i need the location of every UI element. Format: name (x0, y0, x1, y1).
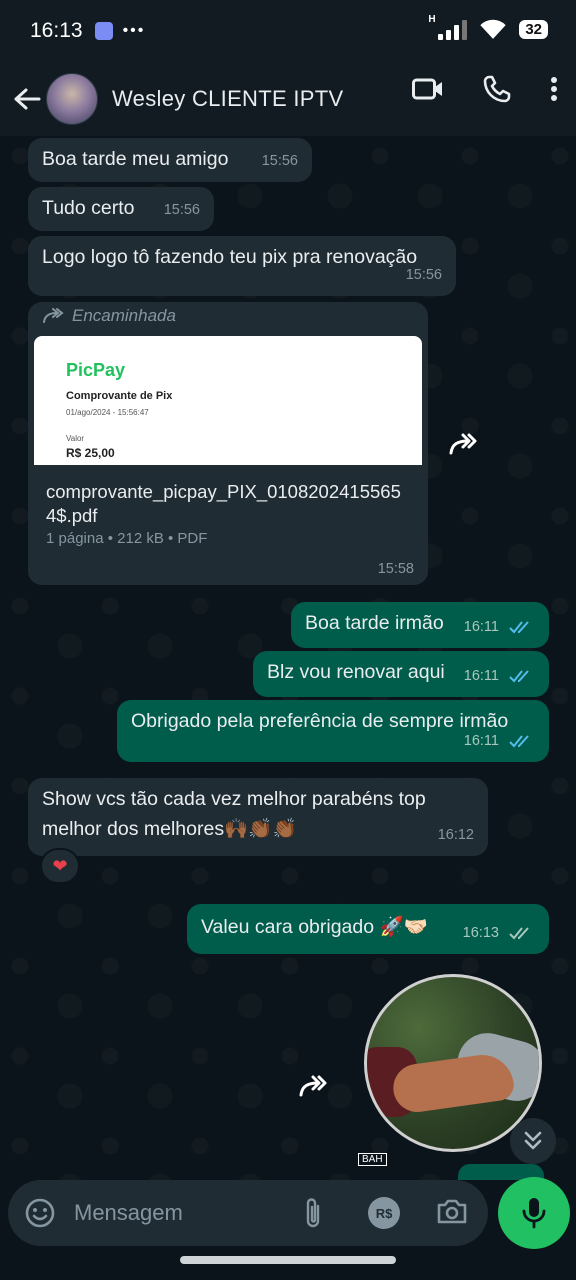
message-text: Logo logo tô fazendo teu pix pra renovaç… (42, 246, 418, 268)
heart-reaction-icon[interactable]: ❤ (40, 848, 80, 884)
wifi-icon (480, 19, 506, 39)
paperclip-icon (306, 1198, 320, 1228)
emoji-icon (25, 1198, 55, 1228)
forwarded-icon (43, 308, 64, 323)
outgoing-message[interactable]: Boa tarde irmão 16:11 (291, 602, 549, 648)
message-text: Blz vou renovar aqui (267, 661, 445, 683)
double-chevron-down-icon (524, 1131, 542, 1150)
scroll-to-bottom-button[interactable] (510, 1118, 556, 1164)
message-text: Boa tarde irmão (305, 612, 444, 634)
camera-icon (437, 1199, 467, 1224)
avatar[interactable] (46, 73, 98, 125)
network-type: H (428, 14, 436, 25)
message-time: 15:58 (377, 561, 414, 577)
outgoing-message[interactable]: Blz vou renovar aqui 16:11 (253, 651, 549, 697)
back-button[interactable] (2, 74, 52, 124)
message-input[interactable] (74, 1194, 274, 1232)
message-text: Boa tarde meu amigo (42, 148, 229, 170)
message-time: 15:56 (405, 267, 442, 283)
receipt-value-label: Valor (66, 434, 85, 443)
receipt-title: Comprovante de Pix (66, 390, 173, 402)
message-time: 16:11 (463, 733, 499, 749)
signal-icon: H (428, 14, 468, 40)
picpay-logo: PicPay (66, 360, 126, 380)
read-receipt-icon (509, 670, 529, 683)
read-receipt-icon (509, 621, 529, 634)
message-composer: R$ (8, 1180, 488, 1246)
message-time: 16:11 (463, 668, 499, 684)
chat-header: Wesley CLIENTE IPTV (0, 62, 576, 136)
message-time: 15:56 (163, 202, 200, 218)
arrow-left-icon (14, 88, 41, 110)
notification-app-icon (94, 22, 113, 40)
incoming-message[interactable]: Tudo certo 15:56 (28, 187, 214, 231)
message-text-line1: Show vcs tão cada vez melhor parabéns to… (42, 788, 426, 810)
voice-call-icon[interactable] (482, 74, 512, 104)
status-bar: 16:13 ••• H 32 (0, 0, 576, 62)
document-preview[interactable]: PicPay Comprovante de Pix 01/ago/2024 - … (34, 336, 422, 465)
status-icons: H 32 (428, 14, 548, 40)
status-time: 16:13 (30, 19, 83, 42)
watermark-badge: BAH (358, 1153, 387, 1166)
message-status: 16:13 (463, 918, 535, 948)
forward-icon (299, 1075, 327, 1097)
forward-button[interactable] (293, 1064, 337, 1108)
incoming-message[interactable]: Logo logo tô fazendo teu pix pra renovaç… (28, 236, 456, 296)
message-time: 16:13 (462, 925, 499, 941)
attach-button[interactable] (302, 1196, 324, 1230)
message-text: Obrigado pela preferência de sempre irmã… (131, 710, 509, 732)
message-status: 16:11 (464, 661, 535, 691)
receipt-value: R$ 25,00 (66, 446, 115, 460)
document-meta: 1 página • 212 kB • PDF (46, 530, 208, 547)
battery-indicator: 32 (519, 19, 548, 39)
more-notifications-indicator: ••• (122, 22, 146, 39)
video-call-icon[interactable] (412, 77, 444, 101)
forward-button[interactable] (443, 422, 487, 466)
forward-icon (449, 433, 477, 455)
contact-name[interactable]: Wesley CLIENTE IPTV (112, 86, 343, 112)
more-options-icon[interactable] (550, 76, 558, 102)
message-time: 15:56 (261, 153, 298, 169)
message-text: Valeu cara obrigado 🚀🤝🏻 (201, 916, 429, 938)
document-filename: comprovante_picpay_PIX_01082024155654$.p… (46, 481, 401, 526)
camera-button[interactable] (436, 1197, 468, 1225)
chat-area[interactable]: Boa tarde meu amigo 15:56 Tudo certo 15:… (0, 136, 576, 1180)
voice-message-button[interactable] (498, 1177, 570, 1249)
forwarded-text: Encaminhada (72, 306, 176, 325)
payment-button[interactable]: R$ (368, 1197, 400, 1229)
message-text: Tudo certo (42, 197, 135, 219)
receipt-date: 01/ago/2024 - 15:56:47 (66, 408, 149, 417)
read-receipt-icon (509, 735, 529, 748)
delivered-receipt-icon (509, 927, 529, 940)
message-time: 16:11 (463, 619, 499, 635)
message-status: 16:11 (464, 612, 535, 642)
gesture-navigation-bar[interactable] (180, 1256, 396, 1264)
document-message[interactable]: Encaminhada PicPay Comprovante de Pix 01… (28, 302, 428, 585)
incoming-message[interactable]: Boa tarde meu amigo 15:56 (28, 138, 312, 182)
forwarded-label: Encaminhada (42, 306, 176, 326)
outgoing-message[interactable]: Valeu cara obrigado 🚀🤝🏻 16:13 (187, 904, 549, 954)
microphone-icon (522, 1198, 546, 1229)
emoji-button[interactable] (24, 1197, 56, 1229)
outgoing-message[interactable]: Obrigado pela preferência de sempre irmã… (117, 700, 549, 762)
message-time: 16:12 (437, 827, 474, 843)
incoming-message[interactable]: Show vcs tão cada vez melhor parabéns to… (28, 778, 488, 856)
message-status: 16:11 (464, 726, 535, 756)
message-text-line2: melhor dos melhores🙌🏾👏🏾👏🏾 (42, 818, 297, 840)
header-actions (412, 74, 558, 104)
